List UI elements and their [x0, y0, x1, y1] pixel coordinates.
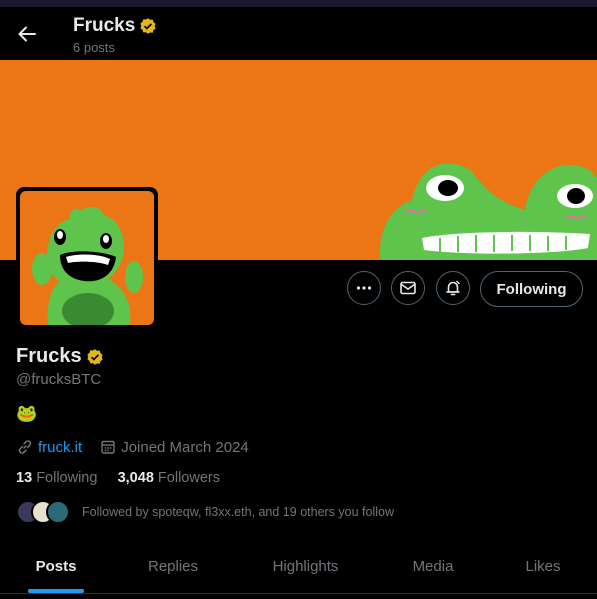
header-posts-count: 6 posts	[73, 40, 115, 55]
mail-icon	[400, 281, 416, 295]
tab-label: Replies	[147, 558, 199, 575]
calendar-icon	[101, 440, 115, 454]
more-button[interactable]	[347, 271, 381, 305]
followers-count: 3,048	[117, 470, 154, 486]
followed-by-row[interactable]: Followed by spoteqw, fl3xx.eth, and 19 o…	[16, 500, 394, 524]
following-label: Following	[36, 470, 98, 486]
verified-badge-icon	[140, 18, 156, 34]
profile-meta: fruck.it Joined March 2024	[16, 438, 249, 456]
header-title: Frucks	[73, 15, 157, 37]
following-count-link[interactable]: 13 Following	[16, 470, 97, 486]
tab-label: Posts	[35, 558, 77, 575]
tab-label: Media	[412, 558, 454, 575]
profile-bio: 🐸	[16, 404, 38, 423]
window-top-strip	[0, 0, 597, 7]
message-button[interactable]	[391, 271, 425, 305]
profile-website-link[interactable]: fruck.it	[38, 439, 82, 456]
following-count-prefix: 1	[16, 470, 25, 486]
tab-highlights[interactable]: Highlights	[234, 545, 377, 593]
notify-button[interactable]	[436, 271, 470, 305]
profile-name: Frucks	[16, 345, 82, 367]
following-count: 3	[24, 470, 33, 486]
following-button[interactable]: Following	[480, 271, 583, 307]
tab-likes[interactable]: Likes	[489, 545, 597, 593]
followers-label: Followers	[157, 470, 220, 486]
followed-by-text: Followed by spoteqw, fl3xx.eth, and 19 o…	[82, 505, 394, 519]
header-name: Frucks	[73, 15, 136, 36]
tab-label: Likes	[525, 558, 561, 575]
followers-count-link[interactable]: 3,048 Followers	[118, 470, 220, 486]
tab-media[interactable]: Media	[377, 545, 489, 593]
link-icon	[18, 440, 32, 454]
tabs-divider	[0, 593, 597, 594]
avatar[interactable]	[16, 187, 158, 329]
tab-label: Highlights	[272, 558, 339, 575]
follower-avatar	[46, 500, 70, 524]
avatar-frog-image	[20, 191, 154, 325]
tab-posts[interactable]: Posts	[0, 545, 112, 593]
profile-counts: 13 Following 3,048 Followers	[16, 470, 220, 486]
profile-tabs: Posts Replies Highlights Media Likes	[0, 545, 597, 593]
tab-replies[interactable]: Replies	[112, 545, 234, 593]
back-arrow-icon[interactable]	[14, 21, 40, 47]
profile-joined-date: Joined March 2024	[121, 438, 249, 456]
profile-handle: @frucksBTC	[16, 371, 102, 388]
profile-header: Frucks 6 posts	[0, 7, 597, 60]
notify-bell-icon	[446, 280, 460, 296]
verified-badge-icon	[86, 348, 103, 365]
profile-name-row: Frucks	[16, 345, 104, 368]
more-icon	[356, 286, 372, 290]
